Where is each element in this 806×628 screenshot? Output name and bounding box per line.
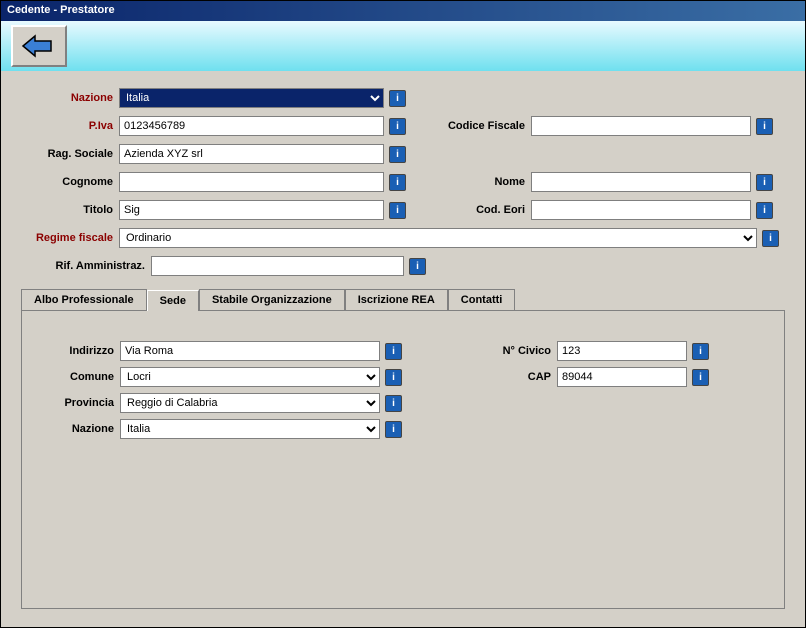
provincia-label: Provincia: [42, 397, 120, 409]
info-icon[interactable]: i: [692, 343, 709, 360]
sede-nazione-label: Nazione: [42, 423, 120, 435]
info-icon[interactable]: i: [756, 118, 773, 135]
window-title: Cedente - Prestatore: [7, 4, 115, 16]
info-icon[interactable]: i: [389, 174, 406, 191]
indirizzo-input[interactable]: [120, 341, 380, 361]
nazione-select[interactable]: Italia: [119, 88, 384, 108]
info-icon[interactable]: i: [692, 369, 709, 386]
cognome-label: Cognome: [21, 176, 119, 188]
info-icon[interactable]: i: [389, 146, 406, 163]
nome-label: Nome: [406, 176, 531, 188]
nazione-label: Nazione: [21, 92, 119, 104]
titlebar: Cedente - Prestatore: [1, 1, 805, 21]
codeori-label: Cod. Eori: [406, 204, 531, 216]
info-icon[interactable]: i: [389, 90, 406, 107]
window: Cedente - Prestatore Nazione Italia i P.…: [0, 0, 806, 628]
regime-label: Regime fiscale: [21, 232, 119, 244]
back-arrow-icon: [21, 33, 57, 59]
ragsoc-input[interactable]: [119, 144, 384, 164]
info-icon[interactable]: i: [756, 174, 773, 191]
indirizzo-label: Indirizzo: [42, 345, 120, 357]
comune-label: Comune: [42, 371, 120, 383]
info-icon[interactable]: i: [385, 421, 402, 438]
info-icon[interactable]: i: [762, 230, 779, 247]
tab-strip: Albo Professionale Sede Stabile Organizz…: [21, 289, 785, 311]
rifamm-label: Rif. Amministraz.: [21, 260, 151, 272]
cap-input[interactable]: [557, 367, 687, 387]
piva-input[interactable]: [119, 116, 384, 136]
nome-input[interactable]: [531, 172, 751, 192]
info-icon[interactable]: i: [385, 343, 402, 360]
codeori-input[interactable]: [531, 200, 751, 220]
tab-contatti[interactable]: Contatti: [448, 289, 516, 310]
info-icon[interactable]: i: [389, 118, 406, 135]
ncivico-input[interactable]: [557, 341, 687, 361]
codfisc-label: Codice Fiscale: [406, 120, 531, 132]
tab-content-sede: Indirizzo i Comune Locri i Provincia: [21, 311, 785, 609]
info-icon[interactable]: i: [385, 369, 402, 386]
ragsoc-label: Rag. Sociale: [21, 148, 119, 160]
titolo-input[interactable]: [119, 200, 384, 220]
ncivico-label: N° Civico: [462, 345, 557, 357]
sede-nazione-select[interactable]: Italia: [120, 419, 380, 439]
cognome-input[interactable]: [119, 172, 384, 192]
titolo-label: Titolo: [21, 204, 119, 216]
rifamm-input[interactable]: [151, 256, 404, 276]
tab-rea[interactable]: Iscrizione REA: [345, 289, 448, 310]
info-icon[interactable]: i: [389, 202, 406, 219]
info-icon[interactable]: i: [756, 202, 773, 219]
cap-label: CAP: [462, 371, 557, 383]
codfisc-input[interactable]: [531, 116, 751, 136]
tab-sede[interactable]: Sede: [147, 290, 199, 311]
toolbar: [1, 21, 805, 71]
tab-stabile[interactable]: Stabile Organizzazione: [199, 289, 345, 310]
tab-albo[interactable]: Albo Professionale: [21, 289, 147, 310]
piva-label: P.Iva: [21, 120, 119, 132]
back-button[interactable]: [11, 25, 67, 67]
provincia-select[interactable]: Reggio di Calabria: [120, 393, 380, 413]
form-content: Nazione Italia i P.Iva i Codice Fiscale …: [1, 71, 805, 619]
comune-select[interactable]: Locri: [120, 367, 380, 387]
regime-select[interactable]: Ordinario: [119, 228, 757, 248]
info-icon[interactable]: i: [385, 395, 402, 412]
info-icon[interactable]: i: [409, 258, 426, 275]
